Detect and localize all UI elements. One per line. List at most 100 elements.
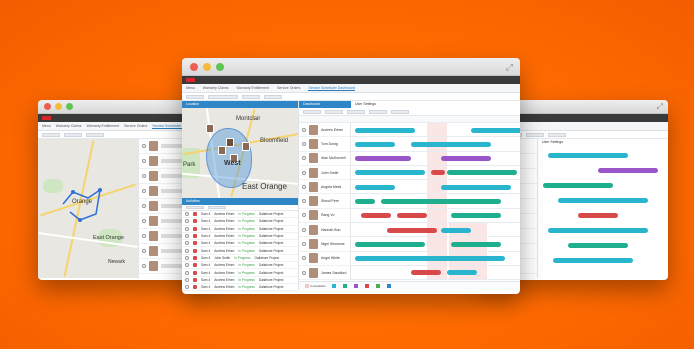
engineer-row[interactable]: Tom Donig xyxy=(299,137,350,152)
row-checkbox[interactable] xyxy=(185,263,189,268)
filter-field[interactable] xyxy=(186,94,204,99)
tab-warranty-entitlement[interactable]: Warranty Entitlement xyxy=(87,124,120,128)
gantt-bar[interactable] xyxy=(553,258,633,263)
row-checkbox[interactable] xyxy=(185,234,189,239)
window-minimize-dot[interactable] xyxy=(203,63,211,71)
engineer-row[interactable]: John Smith xyxy=(299,166,350,181)
appointment-bar[interactable] xyxy=(447,170,517,176)
appointment-bar[interactable] xyxy=(397,213,427,219)
appointment-bar[interactable] xyxy=(451,241,501,247)
user-settings-tab[interactable]: User Settings xyxy=(351,101,520,108)
table-row[interactable]: Sam 4 Andrew Erben In Progress Gallahore Pr… xyxy=(182,233,298,241)
table-row[interactable]: Sam 4 Andrew Erben In Progress Gallahore Pr… xyxy=(182,262,298,270)
tab-warranty-claims[interactable]: Warranty Claims xyxy=(56,124,82,128)
row-checkbox[interactable] xyxy=(185,219,189,224)
tab-service-orders[interactable]: Service Orders xyxy=(124,124,147,128)
filter-field[interactable] xyxy=(208,94,238,99)
appointment-bar[interactable] xyxy=(355,141,395,147)
table-row[interactable]: Sam 4 Andrew Erben In Progress Gallahore Pr… xyxy=(182,284,298,292)
engineer-checkbox[interactable] xyxy=(302,127,306,132)
appointment-bar[interactable] xyxy=(411,141,491,147)
window-zoom-dot[interactable] xyxy=(66,103,73,110)
gantt-bar[interactable] xyxy=(578,213,618,218)
table-row[interactable]: Sam 4 Andrew Erben In Progress Gallahore Pr… xyxy=(182,269,298,277)
window-close-dot[interactable] xyxy=(190,63,198,71)
engineer-row[interactable]: Shusil Pere xyxy=(299,194,350,209)
dashboard-panel-header[interactable]: Dashboard xyxy=(299,101,351,108)
appointment-bar[interactable] xyxy=(471,127,520,133)
window-zoom-dot[interactable] xyxy=(216,63,224,71)
table-row[interactable]: Sam 4 Andrew Erben In Progress Gallahore Pr… xyxy=(182,240,298,248)
engineer-checkbox[interactable] xyxy=(302,213,306,218)
appointment-bar[interactable] xyxy=(451,213,501,219)
appointment-bar[interactable] xyxy=(355,198,375,204)
engineer-checkbox[interactable] xyxy=(302,156,306,161)
gantt-bar[interactable] xyxy=(568,243,628,248)
window-close-dot[interactable] xyxy=(44,103,51,110)
appointment-bar[interactable] xyxy=(441,227,471,233)
engineer-row[interactable]: Hannah Bun xyxy=(299,223,350,238)
filter-field[interactable] xyxy=(264,94,282,99)
filter-field[interactable] xyxy=(42,132,60,137)
engineer-checkbox[interactable] xyxy=(302,184,306,189)
filter-field[interactable] xyxy=(242,94,260,99)
tab-warranty-entitlement[interactable]: Warranty Entitlement xyxy=(237,86,270,90)
gantt-bar[interactable] xyxy=(558,198,648,203)
tab-service-orders[interactable]: Service Orders xyxy=(277,86,300,90)
table-row[interactable]: Sam 4 John Smith In Progress Gallahore Proj… xyxy=(182,255,298,263)
right-panel-tab[interactable]: User Settings xyxy=(538,139,578,146)
engineer-pin[interactable] xyxy=(242,142,250,151)
row-checkbox[interactable] xyxy=(185,248,189,253)
engineer-row[interactable]: Rang Vo xyxy=(299,209,350,224)
appointment-bar[interactable] xyxy=(441,184,511,190)
table-row[interactable]: Sam 4 Andrew Erben In Progress Gallahore Pr… xyxy=(182,277,298,284)
engineer-checkbox[interactable] xyxy=(302,270,306,275)
appointment-bar[interactable] xyxy=(355,184,395,190)
engineer-checkbox[interactable] xyxy=(302,256,306,261)
appointment-bar[interactable] xyxy=(361,213,391,219)
gantt-bar[interactable] xyxy=(543,183,613,188)
appointment-bar[interactable] xyxy=(355,156,411,162)
row-checkbox[interactable] xyxy=(185,255,189,260)
engineer-row[interactable]: Angela Meek xyxy=(299,180,350,195)
appointment-bar[interactable] xyxy=(411,270,441,276)
expand-icon[interactable]: ⤢ xyxy=(657,102,663,112)
row-checkbox[interactable] xyxy=(185,277,189,282)
appointment-bar[interactable] xyxy=(447,270,477,276)
engineer-pin[interactable] xyxy=(218,146,226,155)
engineer-checkbox[interactable] xyxy=(302,170,306,175)
service-area-polygon[interactable] xyxy=(206,128,252,188)
tab-menu[interactable]: Menu xyxy=(42,124,51,128)
left-map[interactable]: Orange East Orange Newark xyxy=(38,139,138,278)
table-row[interactable]: Sam 4 Andrew Erben In Progress Gallahore Pr… xyxy=(182,218,298,226)
engineer-pin[interactable] xyxy=(206,124,214,133)
row-checkbox[interactable] xyxy=(185,270,189,275)
engineer-checkbox[interactable] xyxy=(302,227,306,232)
table-row[interactable]: Sam 4 Andrew Erben In Progress Gallahore Pr… xyxy=(182,211,298,219)
appointment-bar[interactable] xyxy=(441,156,491,162)
service-area-map[interactable]: Park Montclair Bloomfield West East Oran… xyxy=(182,108,298,198)
engineer-row[interactable]: Nigel Simmons xyxy=(299,237,350,252)
expand-icon[interactable]: ⤢ xyxy=(506,62,513,73)
gantt-bar[interactable] xyxy=(548,228,648,233)
engineer-row[interactable]: Andrew Erben xyxy=(299,123,350,138)
table-row[interactable]: Sam 4 Andrew Erben In Progress Gallahore Pr… xyxy=(182,226,298,233)
filter-field[interactable] xyxy=(86,132,104,137)
filter-field[interactable] xyxy=(64,132,82,137)
tab-warranty-claims[interactable]: Warranty Claims xyxy=(203,86,229,90)
appointment-bar[interactable] xyxy=(431,170,445,176)
engineer-checkbox[interactable] xyxy=(302,141,306,146)
row-checkbox[interactable] xyxy=(185,212,189,217)
row-checkbox[interactable] xyxy=(185,226,189,231)
appointment-bar[interactable] xyxy=(355,256,505,262)
tab-menu[interactable]: Menu xyxy=(186,86,195,90)
row-checkbox[interactable] xyxy=(185,285,189,290)
gantt-bar[interactable] xyxy=(548,153,628,158)
row-checkbox[interactable] xyxy=(185,241,189,246)
appointment-bar[interactable] xyxy=(355,170,425,176)
engineer-row[interactable]: Angel White xyxy=(299,252,350,266)
gantt-bar[interactable] xyxy=(598,168,658,173)
engineer-row[interactable]: Alan McDonnell xyxy=(299,152,350,166)
engineer-row[interactable]: James Sandford xyxy=(299,266,350,281)
engineer-checkbox[interactable] xyxy=(302,199,306,204)
